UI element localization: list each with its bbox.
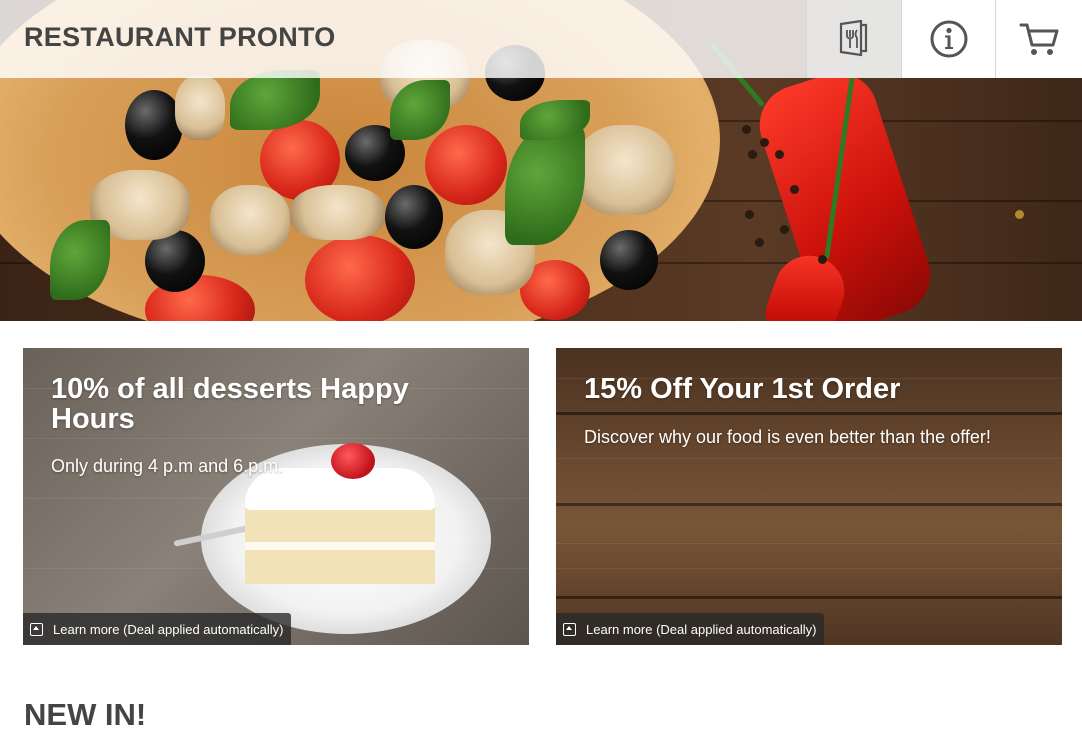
info-button[interactable]	[901, 0, 996, 78]
learn-more-link[interactable]: Learn more (Deal applied automatically)	[23, 613, 291, 645]
learn-more-label: Learn more (Deal applied automatically)	[586, 621, 817, 637]
cart-button[interactable]	[995, 0, 1082, 78]
cherry-image	[331, 443, 375, 479]
expand-up-icon	[563, 622, 576, 636]
menu-icon	[839, 20, 868, 57]
learn-more-label: Learn more (Deal applied automatically)	[53, 621, 284, 637]
expand-up-icon	[30, 622, 43, 636]
learn-more-link[interactable]: Learn more (Deal applied automatically)	[556, 613, 824, 645]
promo-title: 10% of all desserts Happy Hours	[51, 373, 409, 435]
promo-title: 15% Off Your 1st Order	[584, 373, 901, 405]
cart-icon	[1019, 23, 1058, 55]
brand-title[interactable]: RESTAURANT PRONTO	[24, 22, 336, 53]
promo-card-desserts[interactable]: 10% of all desserts Happy Hours Only dur…	[23, 348, 529, 645]
info-icon	[930, 20, 968, 58]
promo-subtitle: Only during 4 p.m and 6.p.m.	[51, 456, 284, 476]
cake-image	[245, 468, 435, 586]
menu-button[interactable]	[806, 0, 901, 78]
top-navigation-bar: RESTAURANT PRONTO	[0, 0, 1082, 78]
section-title-new-in: NEW IN!	[24, 697, 147, 732]
promo-subtitle: Discover why our food is even better tha…	[584, 427, 991, 447]
promo-card-first-order[interactable]: 15% Off Your 1st Order Discover why our …	[556, 348, 1062, 645]
